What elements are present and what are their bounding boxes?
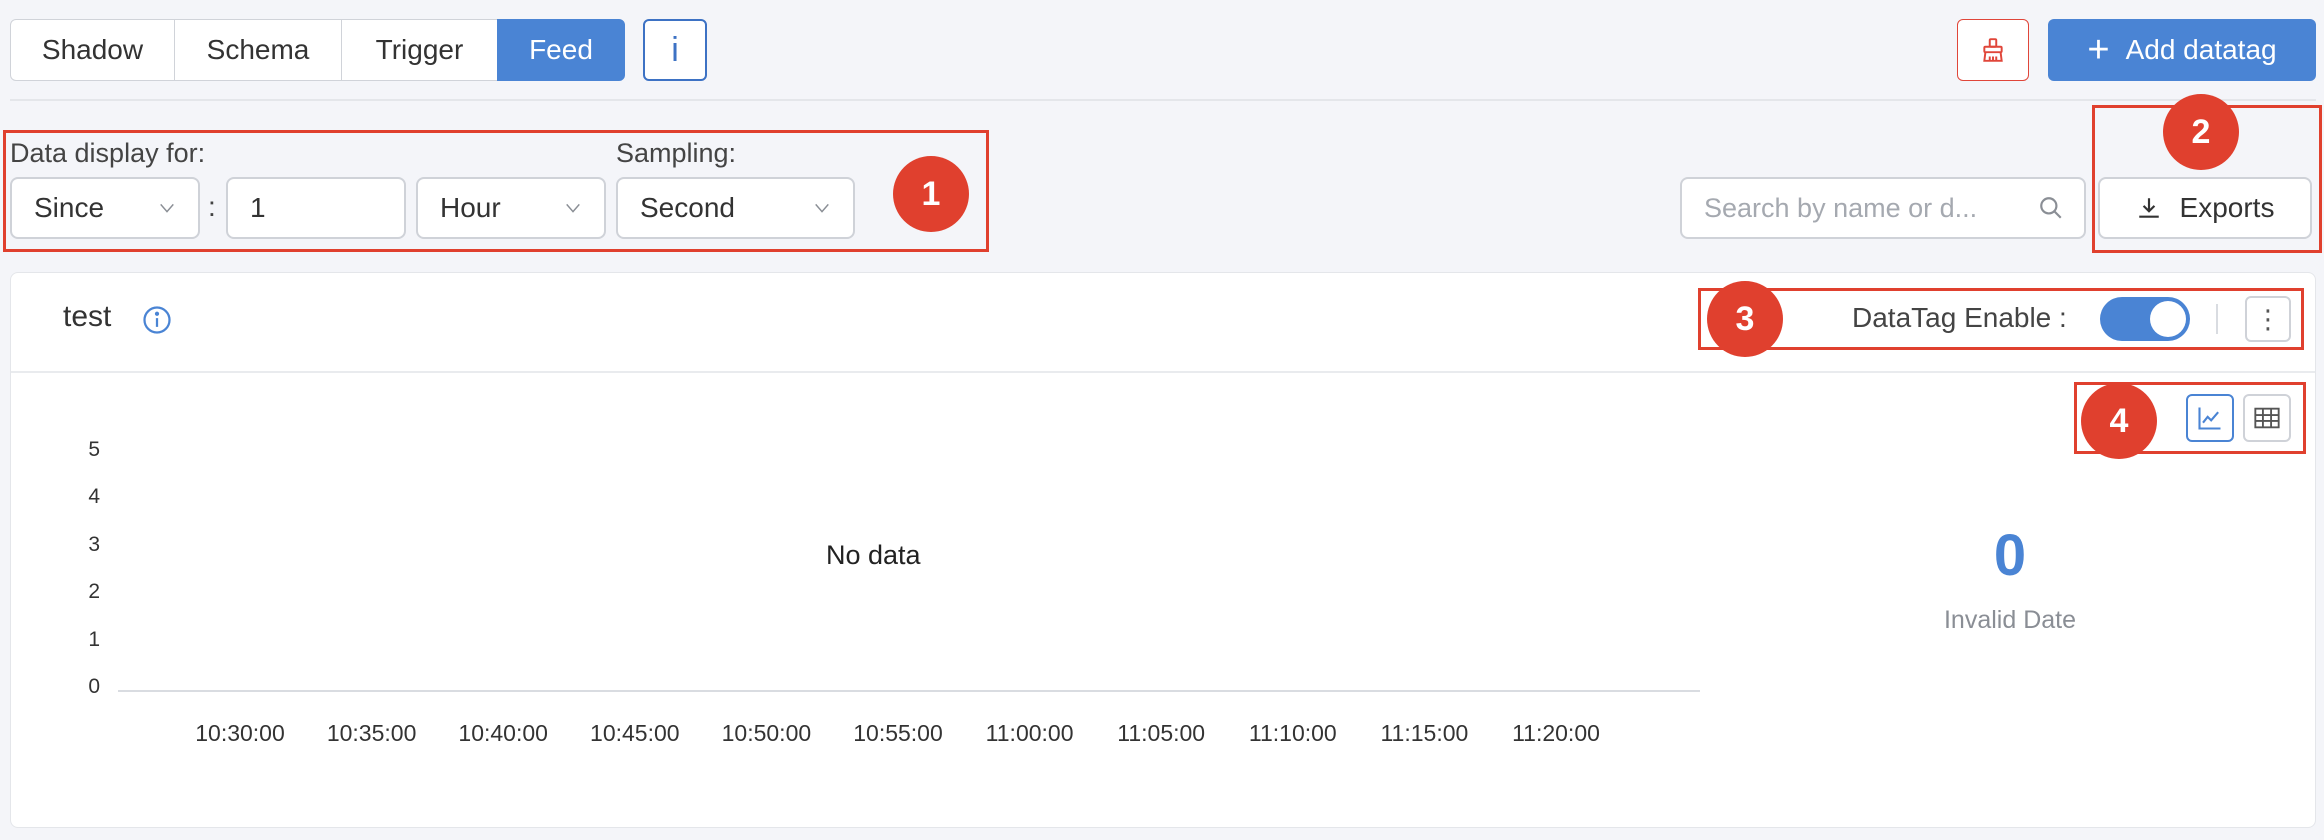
annotation-badge-4: 4	[2081, 383, 2157, 459]
y-tick-label: 0	[88, 675, 100, 698]
x-tick-label: 11:20:00	[1512, 720, 1600, 746]
x-tick-label: 10:40:00	[458, 720, 548, 746]
card-header-divider	[11, 371, 2315, 373]
tab-feed[interactable]: Feed	[497, 19, 625, 81]
annotation-badge-2: 2	[2163, 94, 2239, 170]
info-button[interactable]: i	[643, 19, 707, 81]
annotation-badge-1: 1	[893, 156, 969, 232]
y-tick-label: 1	[88, 627, 100, 651]
x-tick-label: 10:45:00	[590, 720, 680, 746]
x-tick-label: 10:35:00	[326, 720, 417, 746]
datatag-title: test	[63, 300, 112, 333]
x-tick-label: 10:55:00	[853, 720, 943, 746]
x-axis-line	[118, 690, 1700, 692]
annotation-box-1	[3, 130, 989, 252]
clear-data-button[interactable]	[1957, 19, 2029, 81]
broom-icon	[1983, 38, 2003, 62]
y-tick-label: 4	[88, 485, 100, 509]
info-circle-icon[interactable]	[142, 305, 172, 335]
x-tick-label: 11:15:00	[1380, 720, 1469, 746]
x-tick-label: 10:30:00	[195, 720, 285, 746]
view-tabs: Shadow Schema Trigger Feed	[10, 19, 625, 81]
header-divider	[10, 99, 2316, 101]
search-input[interactable]: Search by name or d...	[1680, 177, 2086, 239]
tab-schema[interactable]: Schema	[174, 19, 342, 81]
annotation-badge-3: 3	[1707, 281, 1783, 357]
add-datatag-label: Add datatag	[2125, 34, 2277, 65]
plus-icon: +	[2087, 29, 2110, 71]
x-tick-label: 11:10:00	[1248, 720, 1337, 746]
tab-shadow[interactable]: Shadow	[10, 19, 175, 81]
add-datatag-button[interactable]: + Add datatag	[2048, 19, 2316, 81]
y-tick-label: 2	[88, 580, 100, 604]
y-tick-label: 5	[88, 438, 100, 461]
y-tick-label: 3	[88, 532, 100, 556]
search-icon	[2040, 197, 2062, 219]
x-tick-label: 11:05:00	[1117, 720, 1206, 746]
annotation-box-3	[1698, 288, 2304, 350]
x-tick-label: 11:00:00	[985, 720, 1074, 746]
search-placeholder: Search by name or d...	[1704, 192, 1978, 223]
tab-trigger[interactable]: Trigger	[341, 19, 498, 81]
x-tick-label: 10:50:00	[721, 720, 812, 746]
no-data-text: No data	[826, 540, 921, 570]
